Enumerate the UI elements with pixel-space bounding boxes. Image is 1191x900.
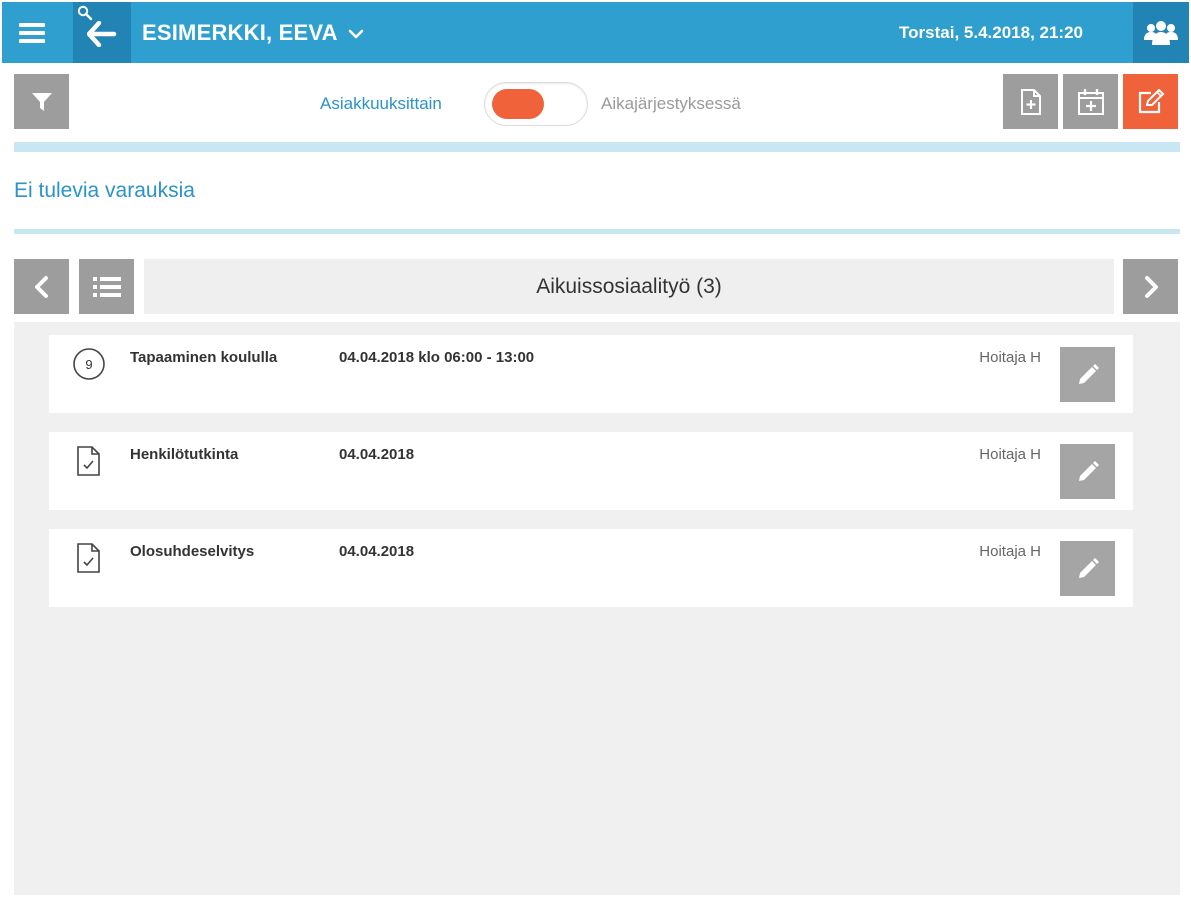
no-upcoming-bookings-text: Ei tulevia varauksia [14,179,195,202]
entry-person: Hoitaja H [979,543,1041,560]
entry-date: 04.04.2018 [339,543,415,560]
app-frame: ESIMERKKI, EEVA Torstai, 5.4.2018, 21:20… [2,2,1189,895]
previous-category-button[interactable] [14,259,69,314]
entry-title: Henkilötutkinta [130,446,239,463]
edit-entry-button[interactable] [1060,444,1115,499]
section-divider [14,142,1180,152]
pencil-icon [1078,557,1099,578]
new-document-button[interactable] [1003,74,1058,129]
entry-title: Tapaaminen koululla [130,349,278,366]
list-item[interactable]: Henkilötutkinta 04.04.2018 Hoitaja H [49,432,1133,510]
entry-person: Hoitaja H [979,446,1041,463]
category-title: Aikuissosiaalityö (3) [144,259,1114,314]
document-check-icon [72,444,106,478]
edit-note-icon [1138,88,1164,113]
chevron-right-icon [1144,275,1158,298]
current-datetime: Torstai, 5.4.2018, 21:20 [899,22,1083,42]
filter-icon [31,92,52,111]
entry-date: 04.04.2018 [339,446,415,463]
filter-button[interactable] [14,74,69,129]
users-group-icon [1144,20,1178,45]
patient-name: ESIMERKKI, EEVA [142,19,338,45]
new-document-icon [1020,88,1041,115]
toggle-knob [492,89,544,119]
back-search-button[interactable] [73,2,131,63]
edit-note-button[interactable] [1123,74,1178,129]
chevron-down-icon [348,29,364,38]
toggle-label-by-client[interactable]: Asiakkuuksittain [320,94,442,114]
add-calendar-button[interactable] [1063,74,1118,129]
list-item[interactable]: Olosuhdeselvitys 04.04.2018 Hoitaja H [49,529,1133,607]
document-check-icon [72,541,106,575]
list-icon [92,276,121,297]
list-item[interactable]: 9 Tapaaminen koululla 04.04.2018 klo 06:… [49,335,1133,413]
pencil-icon [1078,363,1099,384]
view-mode-toggle[interactable] [484,82,588,126]
chevron-left-icon [34,275,48,298]
edit-entry-button[interactable] [1060,347,1115,402]
arrow-left-icon [87,21,117,47]
search-icon[interactable] [77,5,93,21]
users-button[interactable] [1133,2,1189,63]
category-list-button[interactable] [79,259,134,314]
top-header: ESIMERKKI, EEVA Torstai, 5.4.2018, 21:20 [2,2,1189,63]
patient-name-dropdown[interactable]: ESIMERKKI, EEVA [142,2,364,63]
entry-date: 04.04.2018 klo 06:00 - 13:00 [339,349,535,366]
add-calendar-icon [1077,88,1104,115]
menu-button[interactable] [2,2,62,63]
toggle-label-chronological[interactable]: Aikajärjestyksessä [601,94,741,114]
edit-entry-button[interactable] [1060,541,1115,596]
next-category-button[interactable] [1123,259,1178,314]
hamburger-menu-icon [19,22,45,43]
entry-title: Olosuhdeselvitys [130,543,255,560]
entries-list: 9 Tapaaminen koululla 04.04.2018 klo 06:… [14,322,1180,895]
clock-9-icon: 9 [72,347,106,381]
pencil-icon [1078,460,1099,481]
entry-person: Hoitaja H [979,349,1041,366]
svg-text:9: 9 [85,357,92,372]
section-divider [14,229,1180,234]
